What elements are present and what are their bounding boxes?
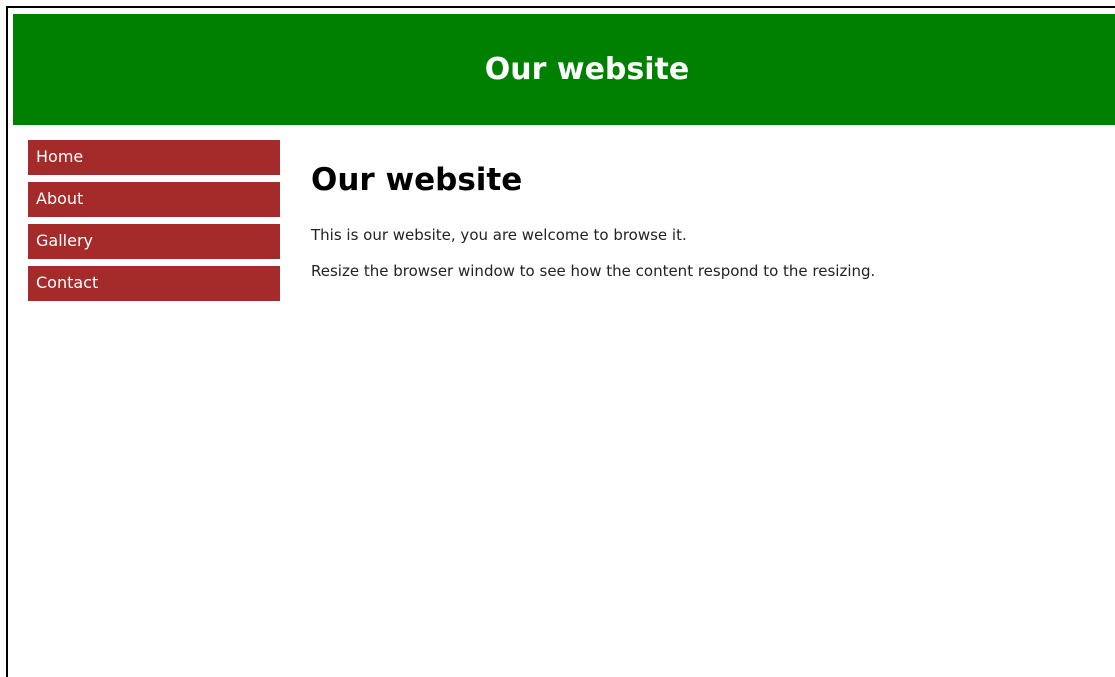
menu-item-about[interactable]: About xyxy=(28,182,280,217)
resize-paragraph: Resize the browser window to see how the… xyxy=(311,262,876,280)
site-header: Our website xyxy=(13,14,1115,125)
site-title: Our website xyxy=(484,52,690,87)
menu-item-home[interactable]: Home xyxy=(28,140,280,175)
main-content: Our website This is our website, you are… xyxy=(311,158,1101,296)
page-heading: Our website xyxy=(311,162,523,198)
side-menu: Home About Gallery Contact xyxy=(28,140,280,308)
menu-item-contact[interactable]: Contact xyxy=(28,266,280,301)
browser-viewport: Our website Home About Gallery Contact O… xyxy=(6,6,1115,677)
menu-item-gallery[interactable]: Gallery xyxy=(28,224,280,259)
intro-paragraph: This is our website, you are welcome to … xyxy=(311,226,687,244)
